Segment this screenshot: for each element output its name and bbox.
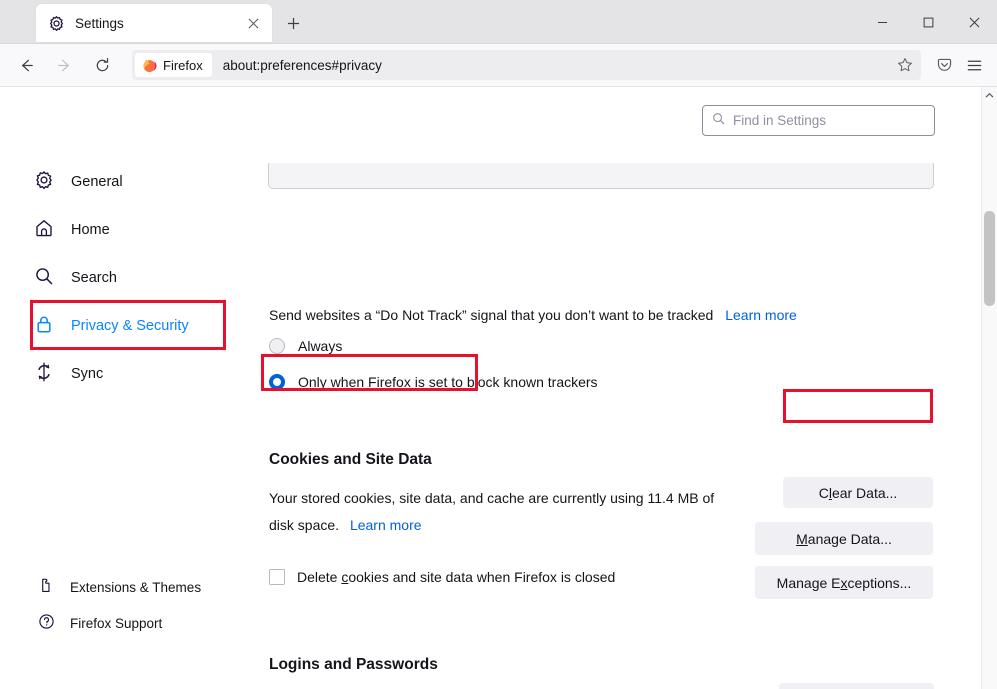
home-icon: [34, 218, 54, 242]
sync-icon: [34, 362, 54, 386]
gear-icon: [48, 15, 65, 32]
firefox-logo-icon: [142, 58, 157, 73]
lock-icon: [34, 314, 54, 338]
new-tab-button[interactable]: [279, 9, 307, 37]
sidebar-item-sync[interactable]: Sync: [34, 357, 103, 391]
chevron-up-icon[interactable]: [982, 87, 997, 104]
do-not-track-description: Send websites a “Do Not Track” signal th…: [269, 307, 797, 323]
search-input[interactable]: Find in Settings: [702, 105, 935, 136]
learn-more-link-dnt[interactable]: Learn more: [725, 307, 797, 323]
clear-data-button[interactable]: Clear Data...: [783, 477, 933, 508]
settings-content: General Home Search: [0, 87, 997, 689]
radio-button[interactable]: [269, 338, 285, 354]
sidebar-item-label: Home: [71, 223, 110, 238]
search-icon: [712, 112, 725, 130]
question-mark-icon: [38, 613, 55, 633]
search-placeholder: Find in Settings: [733, 113, 826, 128]
sidebar-item-label: Privacy & Security: [71, 319, 189, 334]
radio-label: Always: [298, 338, 342, 354]
window-controls: [859, 0, 997, 44]
logins-section-heading: Logins and Passwords: [269, 656, 438, 674]
manage-exceptions-button[interactable]: Manage Exceptions...: [755, 566, 933, 599]
sidebar-item-home[interactable]: Home: [34, 213, 110, 247]
radio-option-only-when-blocking[interactable]: Only when Firefox is set to block known …: [269, 374, 598, 390]
close-icon[interactable]: [951, 0, 997, 44]
sidebar-item-general[interactable]: General: [34, 165, 123, 199]
puzzle-piece-icon: [38, 577, 55, 597]
cookies-description: Your stored cookies, site data, and cach…: [269, 485, 739, 539]
radio-option-always[interactable]: Always: [269, 338, 342, 354]
gear-icon: [34, 170, 54, 194]
sidebar-item-privacy-security[interactable]: Privacy & Security: [34, 309, 189, 343]
sidebar-item-label: Firefox Support: [70, 616, 162, 631]
toolbar-end-buttons: [929, 50, 989, 80]
sidebar-item-extensions-themes[interactable]: Extensions & Themes: [38, 573, 201, 601]
sidebar-item-label: General: [71, 175, 123, 190]
star-icon[interactable]: [891, 51, 919, 79]
reload-icon[interactable]: [86, 49, 118, 81]
hamburger-menu-icon[interactable]: [959, 50, 989, 80]
sidebar-item-firefox-support[interactable]: Firefox Support: [38, 609, 162, 637]
dnt-description-text: Send websites a “Do Not Track” signal th…: [269, 307, 713, 323]
manage-data-button[interactable]: Manage Data...: [755, 522, 933, 555]
checkbox-delete-cookies-on-close[interactable]: Delete cookies and site data when Firefo…: [269, 569, 615, 585]
identity-box[interactable]: Firefox: [135, 53, 212, 77]
checkbox-label: Delete cookies and site data when Firefo…: [297, 569, 615, 585]
sidebar-item-label: Extensions & Themes: [70, 580, 201, 595]
cookies-description-text: Your stored cookies, site data, and cach…: [269, 490, 714, 533]
maximize-icon[interactable]: [905, 0, 951, 44]
navigation-toolbar: Firefox about:preferences#privacy: [0, 44, 997, 87]
identity-label: Firefox: [163, 58, 203, 73]
browser-tab-settings[interactable]: Settings: [36, 4, 272, 42]
logins-exceptions-button[interactable]: Exceptions...: [779, 683, 934, 689]
tracking-protection-panel-partial: [268, 163, 934, 189]
checkbox[interactable]: [269, 569, 285, 585]
radio-button-selected[interactable]: [269, 374, 285, 390]
magnifier-icon: [34, 266, 54, 290]
sidebar-item-label: Sync: [71, 367, 103, 382]
minimize-icon[interactable]: [859, 0, 905, 44]
address-bar[interactable]: Firefox about:preferences#privacy: [132, 50, 921, 80]
sidebar-item-search[interactable]: Search: [34, 261, 117, 295]
forward-arrow-icon: [48, 49, 80, 81]
tab-title: Settings: [75, 16, 240, 31]
settings-main-pane: Find in Settings Send websites a “Do Not…: [255, 87, 981, 689]
close-icon[interactable]: [240, 10, 266, 36]
url-text[interactable]: about:preferences#privacy: [223, 58, 891, 73]
cookies-section-heading: Cookies and Site Data: [269, 451, 432, 469]
settings-sidebar: General Home Search: [0, 87, 255, 689]
scrollbar-thumb[interactable]: [984, 211, 995, 306]
learn-more-link-cookies[interactable]: Learn more: [350, 517, 422, 533]
pocket-icon[interactable]: [929, 50, 959, 80]
sidebar-item-label: Search: [71, 271, 117, 286]
back-arrow-icon[interactable]: [10, 49, 42, 81]
vertical-scrollbar[interactable]: [981, 87, 997, 689]
tab-strip: Settings: [0, 0, 997, 44]
radio-label: Only when Firefox is set to block known …: [298, 374, 598, 390]
